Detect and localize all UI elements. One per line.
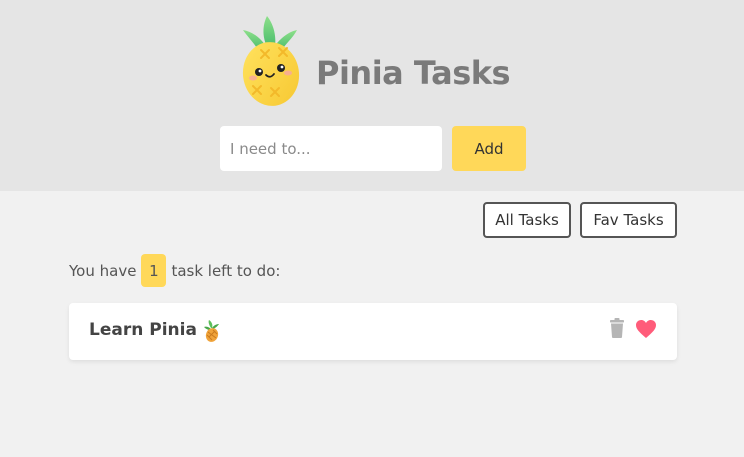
summary-suffix: task left to do: xyxy=(171,261,281,280)
app-title: Pinia Tasks xyxy=(316,54,511,92)
new-task-input[interactable] xyxy=(220,126,442,171)
add-task-button[interactable]: Add xyxy=(452,126,526,171)
favorite-task-heart-icon[interactable] xyxy=(635,319,657,339)
app-header: Pinia Tasks Add xyxy=(0,0,744,191)
all-tasks-filter-button[interactable]: All Tasks xyxy=(483,202,571,238)
summary-prefix: You have xyxy=(69,261,137,280)
fav-tasks-filter-button[interactable]: Fav Tasks xyxy=(580,202,677,238)
pineapple-icon xyxy=(203,320,221,342)
pineapple-icon xyxy=(241,16,301,108)
task-count-badge: 1 xyxy=(141,254,167,287)
tasks-remaining-summary: You have 1 task left to do: xyxy=(69,254,280,287)
delete-task-trash-icon[interactable] xyxy=(609,318,625,338)
task-title: Learn Pinia xyxy=(89,320,197,340)
task-item: Learn Pinia xyxy=(69,303,677,360)
